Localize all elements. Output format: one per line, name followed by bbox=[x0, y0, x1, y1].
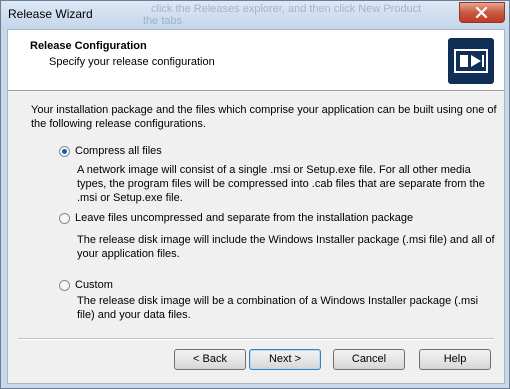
close-icon bbox=[475, 7, 488, 18]
option-description: A network image will consist of a single… bbox=[77, 164, 485, 204]
cancel-button[interactable]: Cancel bbox=[333, 349, 405, 370]
next-button[interactable]: Next > bbox=[249, 349, 321, 370]
window-title: Release Wizard bbox=[8, 7, 93, 21]
option-description: The release disk image will include the … bbox=[77, 234, 495, 260]
release-wizard-logo-icon bbox=[454, 49, 488, 73]
background-hint-text: click the Releases explorer, and then cl… bbox=[151, 3, 422, 15]
option-label[interactable]: Compress all files bbox=[75, 145, 162, 157]
release-wizard-window: Release Wizard click the Releases explor… bbox=[0, 0, 510, 389]
title-bar[interactable]: Release Wizard click the Releases explor… bbox=[1, 1, 509, 29]
help-button[interactable]: Help bbox=[419, 349, 491, 370]
header-subtitle: Specify your release configuration bbox=[49, 56, 215, 68]
header-title: Release Configuration bbox=[30, 40, 147, 52]
option-description: The release disk image will be a combina… bbox=[77, 295, 479, 321]
back-button[interactable]: < Back bbox=[174, 349, 246, 370]
close-button[interactable] bbox=[459, 2, 505, 23]
option-label[interactable]: Custom bbox=[75, 279, 113, 291]
background-hint-text: the tabs bbox=[143, 15, 183, 27]
wizard-client-area: Release Configuration Specify your relea… bbox=[7, 29, 505, 384]
radio-custom[interactable] bbox=[59, 280, 70, 291]
release-wizard-logo bbox=[448, 38, 494, 84]
button-divider bbox=[18, 338, 494, 340]
radio-leave-uncompressed[interactable] bbox=[59, 213, 70, 224]
wizard-header: Release Configuration Specify your relea… bbox=[8, 30, 504, 91]
option-label[interactable]: Leave files uncompressed and separate fr… bbox=[75, 212, 413, 224]
radio-compress-all[interactable] bbox=[59, 146, 70, 157]
intro-text: Your installation package and the files … bbox=[31, 104, 497, 130]
